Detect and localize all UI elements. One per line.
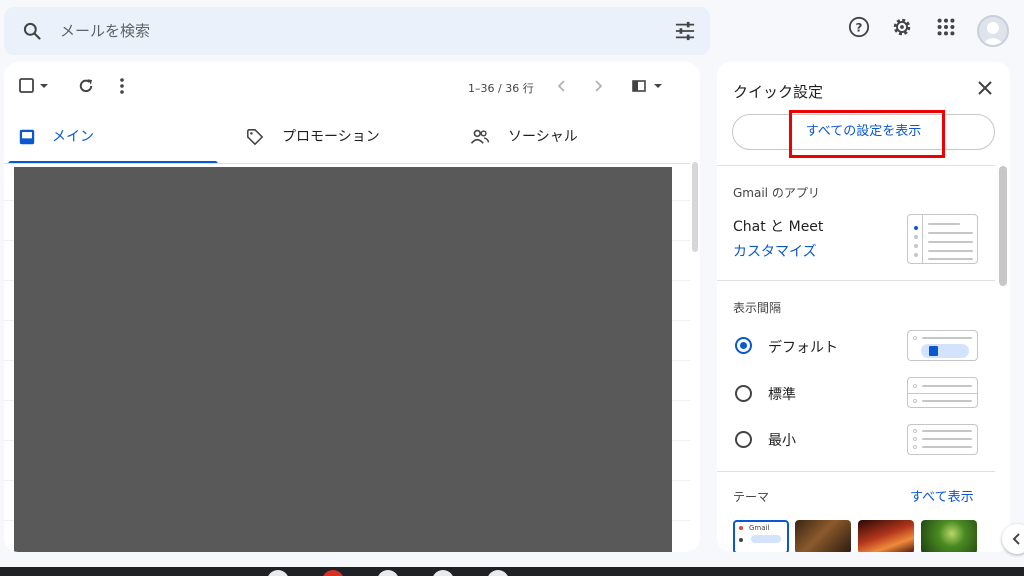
avatar-icon bbox=[982, 22, 1004, 45]
apps-section-heading: Gmail のアプリ bbox=[733, 186, 820, 200]
divider bbox=[717, 471, 995, 472]
side-panel-toggle[interactable] bbox=[1002, 524, 1024, 554]
more-vert-icon[interactable] bbox=[116, 77, 128, 95]
close-icon[interactable] bbox=[975, 78, 995, 98]
pagination-text: 1–36 / 36 行 bbox=[468, 82, 534, 95]
tab-main-label: メイン bbox=[52, 129, 94, 145]
dock-app-icon[interactable] bbox=[487, 570, 509, 576]
theme-leaf-thumb[interactable] bbox=[921, 520, 977, 552]
prev-page-icon[interactable] bbox=[556, 77, 568, 95]
os-dock bbox=[0, 567, 1024, 576]
density-comfortable-label[interactable]: 標準 bbox=[768, 384, 796, 404]
density-default-preview bbox=[907, 330, 978, 361]
divider bbox=[717, 165, 995, 166]
tab-social-label: ソーシャル bbox=[508, 129, 578, 145]
next-page-icon[interactable] bbox=[592, 77, 604, 95]
dock-app-icon[interactable] bbox=[322, 570, 344, 576]
theme-default-thumb[interactable]: Gmail bbox=[733, 520, 789, 552]
tag-icon bbox=[247, 129, 264, 146]
density-compact-radio[interactable] bbox=[735, 431, 752, 448]
customize-link[interactable]: カスタマイズ bbox=[733, 241, 817, 261]
density-compact-preview bbox=[907, 424, 978, 455]
dock-app-icon[interactable] bbox=[432, 570, 454, 576]
inbox-icon bbox=[19, 129, 35, 145]
redacted-mail-content bbox=[14, 167, 672, 552]
density-compact-label[interactable]: 最小 bbox=[768, 430, 796, 450]
dock-app-icon[interactable] bbox=[267, 570, 289, 576]
theme-section-heading: テーマ bbox=[733, 490, 770, 504]
mail-list-panel: 1–36 / 36 行 メイン プロモーション ソーシャル bbox=[4, 62, 700, 552]
settings-icon[interactable] bbox=[891, 16, 913, 38]
category-tabs: メイン プロモーション ソーシャル bbox=[4, 110, 700, 164]
quick-settings-title: クイック設定 bbox=[733, 83, 824, 101]
tab-social[interactable]: ソーシャル bbox=[460, 110, 680, 164]
density-comfortable-radio[interactable] bbox=[735, 385, 752, 402]
account-avatar[interactable] bbox=[977, 15, 1009, 47]
chat-meet-label: Chat と Meet bbox=[733, 219, 824, 235]
theme-chess-thumb[interactable] bbox=[795, 520, 851, 552]
search-options-icon[interactable] bbox=[674, 21, 696, 41]
apps-grid-icon[interactable] bbox=[935, 16, 957, 38]
people-icon bbox=[470, 129, 490, 144]
mail-list-scrollbar[interactable] bbox=[692, 162, 698, 252]
density-comfortable-preview bbox=[907, 377, 978, 408]
split-view-toggle-icon[interactable] bbox=[632, 77, 666, 95]
quick-settings-scrollbar[interactable] bbox=[999, 166, 1007, 286]
density-section-heading: 表示間隔 bbox=[733, 301, 782, 315]
svg-text:?: ? bbox=[856, 21, 863, 35]
tab-promotions-label: プロモーション bbox=[282, 129, 380, 145]
theme-canyon-thumb[interactable] bbox=[858, 520, 914, 552]
search-input[interactable] bbox=[60, 18, 620, 44]
select-all-checkbox[interactable] bbox=[18, 77, 52, 95]
chat-meet-preview bbox=[907, 214, 978, 264]
theme-thumb-text: Gmail bbox=[749, 524, 770, 532]
density-default-label[interactable]: デフォルト bbox=[768, 337, 838, 357]
see-all-themes-link[interactable]: すべて表示 bbox=[910, 486, 974, 505]
dock-app-icon[interactable] bbox=[377, 570, 399, 576]
highlight-annotation-box bbox=[789, 110, 945, 158]
tab-main[interactable]: メイン bbox=[4, 110, 222, 164]
help-icon[interactable]: ? bbox=[848, 16, 870, 38]
tab-promotions[interactable]: プロモーション bbox=[232, 110, 452, 164]
density-default-radio[interactable] bbox=[735, 337, 752, 354]
search-icon[interactable] bbox=[22, 21, 42, 41]
chevron-left-icon bbox=[1012, 533, 1020, 545]
divider bbox=[717, 280, 995, 281]
search-bar[interactable] bbox=[4, 7, 710, 55]
refresh-icon[interactable] bbox=[77, 77, 95, 95]
